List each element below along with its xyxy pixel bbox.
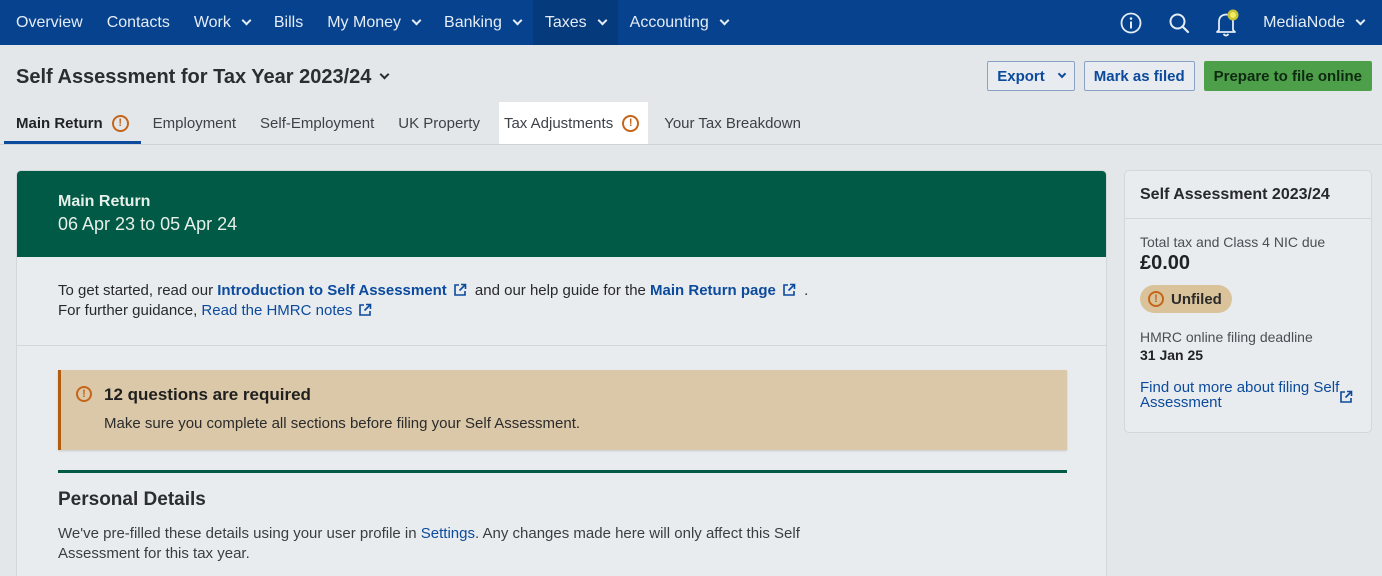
nav-work-label: Work: [193, 13, 231, 31]
intro-to-self-assessment-link[interactable]: Introduction to Self Assessment: [217, 282, 446, 299]
chevron-down-icon: [597, 15, 608, 25]
tab-uk-property-label: UK Property: [398, 114, 480, 132]
intro-line2-prefix: For further guidance,: [58, 302, 202, 319]
header-actions: Export Mark as filed Prepare to file onl…: [987, 61, 1372, 91]
main-return-header: Main Return 06 Apr 23 to 05 Apr 24: [17, 171, 1106, 257]
chevron-down-icon: [512, 15, 523, 25]
tab-main-return-label: Main Return: [16, 114, 103, 132]
tab-employment[interactable]: Employment: [141, 102, 248, 144]
nav-taxes[interactable]: Taxes: [532, 0, 618, 45]
main-return-heading: Main Return: [58, 193, 151, 210]
tab-your-tax-breakdown-label: Your Tax Breakdown: [664, 114, 801, 132]
info-icon[interactable]: [1107, 0, 1155, 45]
chevron-down-icon: [1057, 69, 1066, 79]
page-title-text: Self Assessment for Tax Year 2023/24: [16, 66, 372, 88]
status-text: Unfiled: [1171, 290, 1222, 308]
intro-middle: and our help guide for the: [470, 282, 651, 299]
total-due-label: Total tax and Class 4 NIC due: [1140, 234, 1326, 250]
tab-uk-property[interactable]: UK Property: [386, 102, 492, 144]
prepare-to-file-button[interactable]: Prepare to file online: [1203, 61, 1372, 91]
nav-contacts[interactable]: Contacts: [95, 0, 182, 45]
prepare-to-file-label: Prepare to file online: [1213, 67, 1362, 85]
alert-title: 12 questions are required: [104, 385, 311, 404]
nav-my-money-label: My Money: [327, 13, 402, 31]
return-tabs: Main Return ! Employment Self-Employment…: [4, 102, 813, 144]
page-title[interactable]: Self Assessment for Tax Year 2023/24: [16, 66, 390, 89]
tab-your-tax-breakdown[interactable]: Your Tax Breakdown: [652, 102, 813, 144]
chevron-down-icon: [379, 69, 390, 80]
tab-self-employment[interactable]: Self-Employment: [248, 102, 386, 144]
deadline-value: 31 Jan 25: [1140, 347, 1204, 363]
external-link-icon: [453, 283, 467, 296]
section-divider: [58, 470, 1067, 473]
chevron-down-icon: [1355, 15, 1366, 25]
warning-icon: !: [622, 114, 640, 132]
tab-tax-adjustments-label: Tax Adjustments: [503, 114, 614, 132]
intro-prefix: To get started, read our: [58, 282, 218, 299]
tab-self-employment-label: Self-Employment: [260, 114, 375, 132]
nav-accounting-label: Accounting: [629, 13, 709, 31]
nav-overview-label: Overview: [16, 13, 83, 31]
nav-taxes-label: Taxes: [544, 13, 587, 31]
alert-text: Make sure you complete all sections befo…: [104, 415, 581, 432]
user-name: MediaNode: [1263, 13, 1345, 31]
nav-banking[interactable]: Banking: [432, 0, 533, 45]
main-return-card: Main Return 06 Apr 23 to 05 Apr 24 To ge…: [16, 170, 1107, 576]
personal-details-text: We've pre-filled these details using you…: [58, 524, 818, 564]
mark-as-filed-label: Mark as filed: [1093, 67, 1185, 85]
nav-bills[interactable]: Bills: [262, 0, 315, 45]
mark-as-filed-button[interactable]: Mark as filed: [1083, 61, 1195, 91]
export-button[interactable]: Export: [987, 61, 1075, 91]
nav-bills-label: Bills: [273, 13, 304, 31]
tab-tax-adjustments[interactable]: Tax Adjustments !: [498, 102, 649, 144]
external-link-icon: [783, 283, 796, 296]
external-link-icon: [1340, 390, 1353, 403]
chevron-down-icon: [411, 15, 422, 25]
nav-work[interactable]: Work: [182, 0, 262, 45]
total-due-value: £0.00: [1140, 252, 1191, 274]
nav-banking-label: Banking: [444, 13, 502, 31]
tab-main-return[interactable]: Main Return !: [4, 102, 141, 144]
filing-info-link[interactable]: Find out more about filing Self Assessme…: [1140, 379, 1353, 411]
summary-card: Self Assessment 2023/24 Total tax and Cl…: [1124, 170, 1372, 433]
nav-my-money[interactable]: My Money: [315, 0, 432, 45]
chevron-down-icon: [241, 15, 252, 25]
main-return-page-link[interactable]: Main Return page: [650, 282, 776, 299]
hmrc-notes-link[interactable]: Read the HMRC notes: [201, 302, 352, 319]
external-link-icon: [359, 303, 372, 316]
nav-right-tools: MediaNode: [1107, 0, 1382, 45]
bell-icon[interactable]: [1203, 0, 1251, 45]
status-badge: ! Unfiled: [1140, 285, 1232, 313]
personal-text-prefix: We've pre-filled these details using you…: [58, 525, 421, 542]
chevron-down-icon: [719, 15, 730, 25]
search-icon[interactable]: [1155, 0, 1203, 45]
nav-contacts-label: Contacts: [106, 13, 170, 31]
tab-employment-label: Employment: [152, 114, 237, 132]
warning-icon: !: [1148, 291, 1164, 307]
top-navigation: Overview Contacts Work Bills My Money Ba…: [0, 0, 1382, 45]
settings-link[interactable]: Settings: [421, 525, 475, 542]
personal-details-title: Personal Details: [58, 489, 206, 510]
warning-icon: !: [111, 114, 129, 132]
tax-period: 06 Apr 23 to 05 Apr 24: [58, 214, 238, 234]
required-questions-alert: ! 12 questions are required Make sure yo…: [58, 370, 1067, 450]
user-menu[interactable]: MediaNode: [1251, 0, 1382, 45]
nav-accounting[interactable]: Accounting: [618, 0, 740, 45]
export-button-label: Export: [997, 67, 1045, 85]
nav-overview[interactable]: Overview: [0, 0, 95, 45]
summary-title: Self Assessment 2023/24: [1125, 171, 1371, 219]
intro-text: To get started, read our Introduction to…: [17, 257, 1106, 346]
deadline-label: HMRC online filing deadline: [1140, 329, 1313, 345]
intro-suffix: .: [799, 282, 809, 299]
warning-icon: !: [76, 386, 92, 402]
tabs-divider: [0, 144, 1382, 145]
summary-body: Total tax and Class 4 NIC due £0.00 ! Un…: [1125, 219, 1371, 425]
filing-info-link-text: Find out more about filing Self Assessme…: [1140, 379, 1340, 411]
